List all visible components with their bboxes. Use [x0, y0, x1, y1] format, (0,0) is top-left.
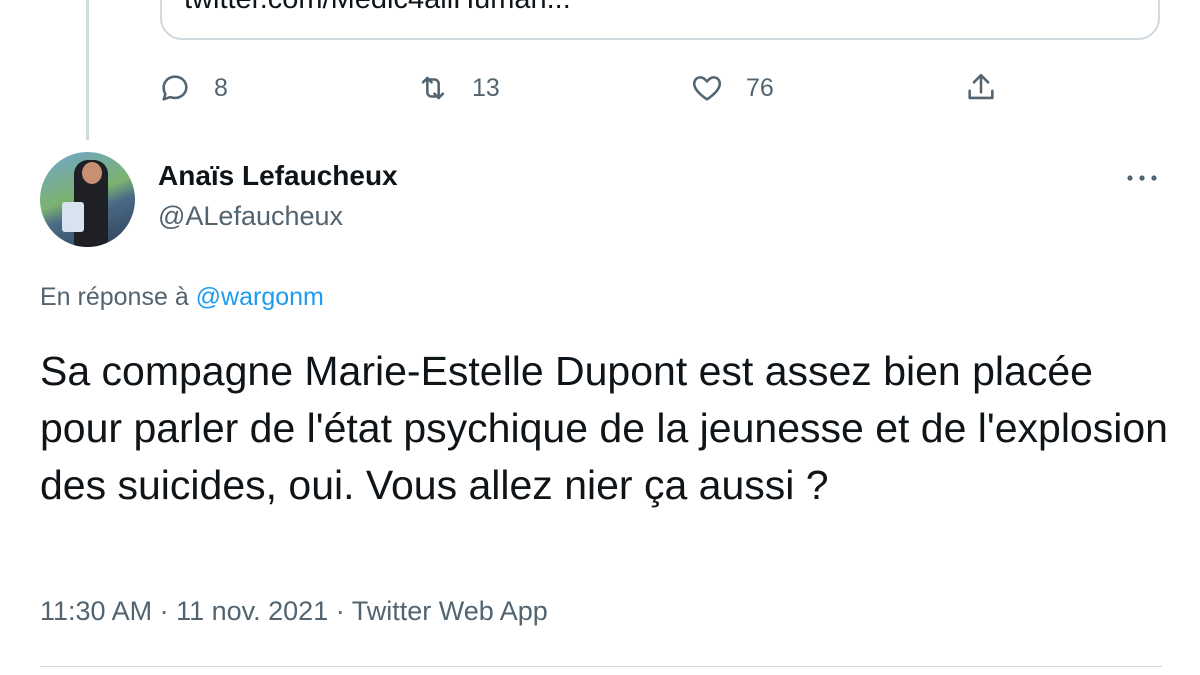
- heart-icon: [692, 76, 722, 101]
- bottom-divider: [40, 666, 1162, 667]
- tweet-date[interactable]: 11 nov. 2021: [176, 596, 328, 626]
- retweet-count: 13: [472, 73, 500, 102]
- tweet-text: Sa compagne Marie-Estelle Dupont est ass…: [40, 348, 1168, 508]
- reply-count: 8: [214, 73, 228, 102]
- like-button[interactable]: 76: [690, 66, 774, 110]
- meta-separator-1: ·: [152, 596, 177, 626]
- replying-to-line: En réponse à @wargonm: [40, 283, 324, 312]
- tweet-time[interactable]: 11:30 AM: [40, 596, 152, 626]
- replying-to-prefix: En réponse à: [40, 283, 196, 311]
- avatar[interactable]: [40, 152, 135, 247]
- meta-separator-2: ·: [328, 596, 352, 626]
- tweet-source[interactable]: Twitter Web App: [352, 596, 548, 626]
- quoted-tweet-card[interactable]: twitter.com/Medic4allHuman...: [160, 0, 1160, 40]
- author-display-name[interactable]: Anaïs Lefaucheux: [158, 160, 398, 192]
- retweet-arrows-icon: [421, 76, 445, 100]
- avatar-bag: [62, 202, 84, 232]
- more-options-button[interactable]: [1124, 165, 1160, 191]
- avatar-face: [82, 162, 102, 184]
- tweet-action-bar: 8 13 76: [158, 66, 1018, 110]
- quoted-tweet-link[interactable]: twitter.com/Medic4allHuman...: [184, 0, 571, 16]
- tweet-metadata: 11:30 AM · 11 nov. 2021 · Twitter Web Ap…: [40, 596, 548, 627]
- speech-bubble-icon: [162, 75, 188, 101]
- reply-button[interactable]: 8: [158, 66, 228, 110]
- replying-to-mention[interactable]: @wargonm: [196, 283, 324, 311]
- like-count: 76: [746, 73, 774, 102]
- author-handle[interactable]: @ALefaucheux: [158, 201, 343, 232]
- retweet-button[interactable]: 13: [416, 66, 500, 110]
- thread-connector-line: [86, 0, 89, 140]
- share-button[interactable]: [964, 66, 998, 110]
- ellipsis-icon: [1127, 175, 1157, 181]
- share-upload-icon: [968, 73, 994, 100]
